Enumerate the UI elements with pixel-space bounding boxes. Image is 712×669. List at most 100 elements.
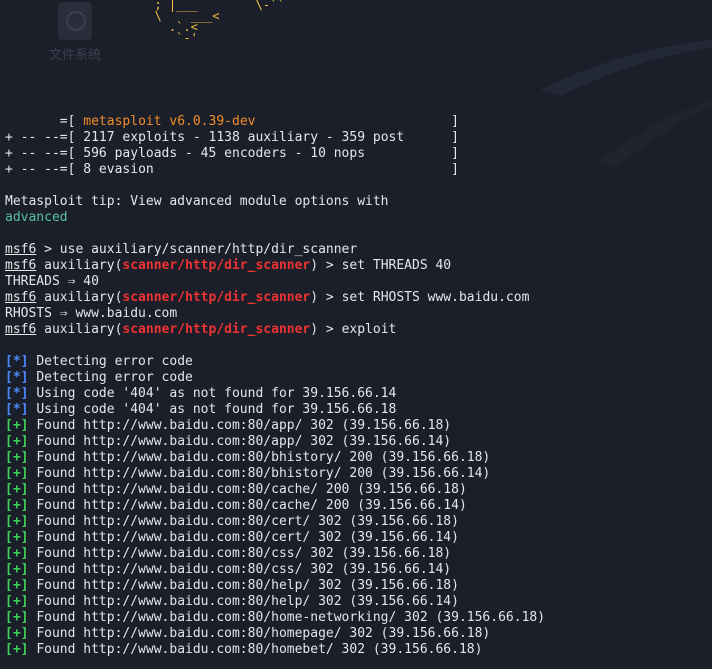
ascii-art-banner: ; |___ \-`` \ ___< .`.< `-' (154, 0, 285, 45)
result-text: Found http://www.baidu.com:80/cert/ 302 … (36, 514, 459, 529)
prompt-arrow: > (318, 322, 342, 337)
command-output-line: RHOSTS ⇒ www.baidu.com (5, 306, 712, 322)
command-text: exploit (341, 322, 397, 337)
found-tag: [+] (5, 482, 29, 497)
found-tag: [+] (5, 626, 29, 641)
info-tag: [*] (5, 370, 29, 385)
found-tag: [+] (5, 530, 29, 545)
prompt-module-suffix: ) (310, 290, 319, 305)
result-text: Found http://www.baidu.com:80/bhistory/ … (36, 466, 491, 481)
banner-text: 596 payloads - 45 encoders - 10 nops (83, 146, 366, 161)
result-text: Found http://www.baidu.com:80/help/ 302 … (36, 578, 459, 593)
found-tag: [+] (5, 434, 29, 449)
result-text: Found http://www.baidu.com:80/app/ 302 (… (36, 434, 452, 449)
result-text: Found http://www.baidu.com:80/css/ 302 (… (36, 562, 452, 577)
result-text: Found http://www.baidu.com:80/help/ 302 … (36, 594, 459, 609)
command-text: use auxiliary/scanner/http/dir_scanner (59, 242, 358, 257)
tip-line: Metasploit tip: View advanced module opt… (5, 194, 712, 210)
found-line: [+] Found http://www.baidu.com:80/bhisto… (5, 450, 712, 466)
found-line: [+] Found http://www.baidu.com:80/help/ … (5, 594, 712, 610)
banner-line: + -- --=[ 8 evasion ] (5, 162, 712, 178)
prompt-msf6: msf6 (5, 258, 37, 273)
found-tag: [+] (5, 418, 29, 433)
prompt-msf6: msf6 (5, 322, 37, 337)
banner-line: =[ metasploit v6.0.39-dev ] (5, 114, 712, 130)
tip-command-line: advanced (5, 210, 712, 226)
prompt-module-prefix: auxiliary( (36, 322, 123, 337)
banner-prefix: + -- --=[ (5, 130, 84, 145)
prompt-line: msf6 > use auxiliary/scanner/http/dir_sc… (5, 242, 712, 258)
result-text: Found http://www.baidu.com:80/home-netwo… (36, 610, 546, 625)
found-line: [+] Found http://www.baidu.com:80/css/ 3… (5, 546, 712, 562)
found-line: [+] Found http://www.baidu.com:80/bhisto… (5, 466, 712, 482)
result-text: Found http://www.baidu.com:80/homepage/ … (36, 626, 491, 641)
prompt-module-name: scanner/http/dir_scanner (122, 322, 311, 337)
result-text: Found http://www.baidu.com:80/bhistory/ … (36, 450, 491, 465)
prompt-module-prefix: auxiliary( (36, 258, 123, 273)
found-line: [+] Found http://www.baidu.com:80/cache/… (5, 498, 712, 514)
banner-suffix: ] (153, 162, 459, 177)
result-text: Found http://www.baidu.com:80/homebet/ 3… (36, 642, 483, 657)
found-tag: [+] (5, 642, 29, 657)
info-line: [*] Using code '404' as not found for 39… (5, 386, 712, 402)
found-tag: [+] (5, 610, 29, 625)
result-text: Found http://www.baidu.com:80/cache/ 200… (36, 498, 467, 513)
command-output-line: THREADS ⇒ 40 (5, 274, 712, 290)
command-text: set RHOSTS www.baidu.com (341, 290, 530, 305)
result-text: Found http://www.baidu.com:80/cache/ 200… (36, 482, 467, 497)
found-line: [+] Found http://www.baidu.com:80/cache/… (5, 482, 712, 498)
command-output: THREADS ⇒ 40 (5, 274, 99, 289)
found-tag: [+] (5, 450, 29, 465)
tip-text: Metasploit tip: View advanced module opt… (5, 194, 389, 209)
found-tag: [+] (5, 466, 29, 481)
prompt-module-name: scanner/http/dir_scanner (122, 290, 311, 305)
tip-command: advanced (5, 210, 68, 225)
banner-prefix: + -- --=[ (5, 162, 84, 177)
found-tag: [+] (5, 514, 29, 529)
banner-prefix: + -- --=[ (5, 146, 84, 161)
prompt-msf6: msf6 (5, 290, 37, 305)
drive-icon (58, 2, 92, 40)
result-text: Detecting error code (36, 370, 193, 385)
prompt-arrow: > (318, 290, 342, 305)
found-tag: [+] (5, 562, 29, 577)
found-tag: [+] (5, 594, 29, 609)
banner-suffix: ] (365, 146, 459, 161)
prompt-arrow: > (36, 242, 60, 257)
found-line: [+] Found http://www.baidu.com:80/cert/ … (5, 530, 712, 546)
found-tag: [+] (5, 546, 29, 561)
found-tag: [+] (5, 498, 29, 513)
desktop-filesystem-icon[interactable]: 文件系统 (40, 0, 110, 63)
found-line: [+] Found http://www.baidu.com:80/help/ … (5, 578, 712, 594)
command-output: RHOSTS ⇒ www.baidu.com (5, 306, 178, 321)
found-line: [+] Found http://www.baidu.com:80/cert/ … (5, 514, 712, 530)
prompt-line: msf6 auxiliary(scanner/http/dir_scanner)… (5, 322, 712, 338)
info-tag: [*] (5, 354, 29, 369)
banner-text: 2117 exploits - 1138 auxiliary - 359 pos… (83, 130, 405, 145)
result-text: Using code '404' as not found for 39.156… (36, 386, 397, 401)
prompt-module-prefix: auxiliary( (36, 290, 123, 305)
prompt-module-suffix: ) (310, 322, 319, 337)
found-line: [+] Found http://www.baidu.com:80/home-n… (5, 610, 712, 626)
found-line: [+] Found http://www.baidu.com:80/app/ 3… (5, 434, 712, 450)
prompt-line: msf6 auxiliary(scanner/http/dir_scanner)… (5, 258, 712, 274)
terminal-output[interactable]: =[ metasploit v6.0.39-dev ] + -- --=[ 211… (5, 114, 712, 658)
prompt-arrow: > (318, 258, 342, 273)
info-line: [*] Detecting error code (5, 354, 712, 370)
prompt-module-name: scanner/http/dir_scanner (122, 258, 311, 273)
info-line: [*] Using code '404' as not found for 39… (5, 402, 712, 418)
found-tag: [+] (5, 578, 29, 593)
banner-suffix: ] (404, 130, 459, 145)
desktop-icon-label: 文件系统 (48, 48, 101, 63)
result-text: Found http://www.baidu.com:80/css/ 302 (… (36, 546, 452, 561)
banner-text: 8 evasion (83, 162, 154, 177)
result-text: Found http://www.baidu.com:80/app/ 302 (… (36, 418, 452, 433)
found-line: [+] Found http://www.baidu.com:80/css/ 3… (5, 562, 712, 578)
banner-line: + -- --=[ 596 payloads - 45 encoders - 1… (5, 146, 712, 162)
banner-suffix: ] (255, 114, 459, 129)
found-line: [+] Found http://www.baidu.com:80/app/ 3… (5, 418, 712, 434)
info-tag: [*] (5, 386, 29, 401)
found-line: [+] Found http://www.baidu.com:80/homebe… (5, 642, 712, 658)
prompt-line: msf6 auxiliary(scanner/http/dir_scanner)… (5, 290, 712, 306)
